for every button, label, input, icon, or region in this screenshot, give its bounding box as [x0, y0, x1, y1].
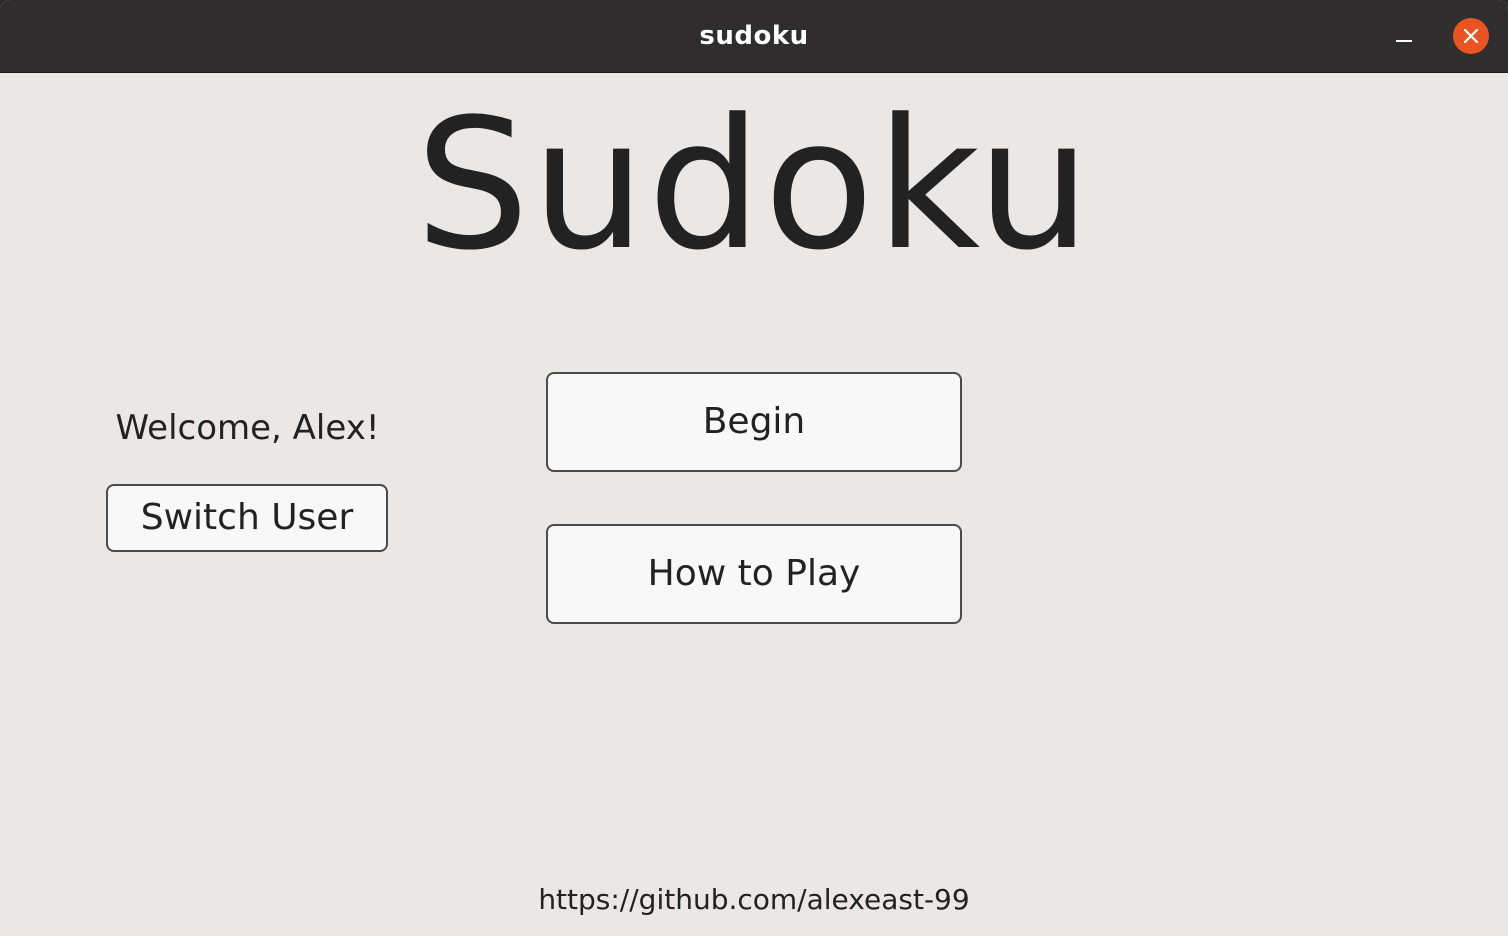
app-window: sudoku Sudoku Welcome, Alex! Switch User…: [0, 0, 1508, 936]
github-link[interactable]: https://github.com/alexeast-99: [0, 878, 1508, 922]
window-title: sudoku: [699, 21, 809, 51]
app-heading: Sudoku: [415, 81, 1093, 290]
close-button[interactable]: [1453, 18, 1489, 54]
minimize-button[interactable]: [1384, 18, 1424, 58]
minimize-icon: [1396, 40, 1412, 42]
how-to-play-button[interactable]: How to Play: [546, 524, 962, 624]
switch-user-button[interactable]: Switch User: [106, 484, 388, 552]
close-icon: [1463, 28, 1479, 44]
begin-button[interactable]: Begin: [546, 372, 962, 472]
title-bar[interactable]: sudoku: [0, 0, 1508, 73]
welcome-message: Welcome, Alex!: [115, 408, 380, 448]
